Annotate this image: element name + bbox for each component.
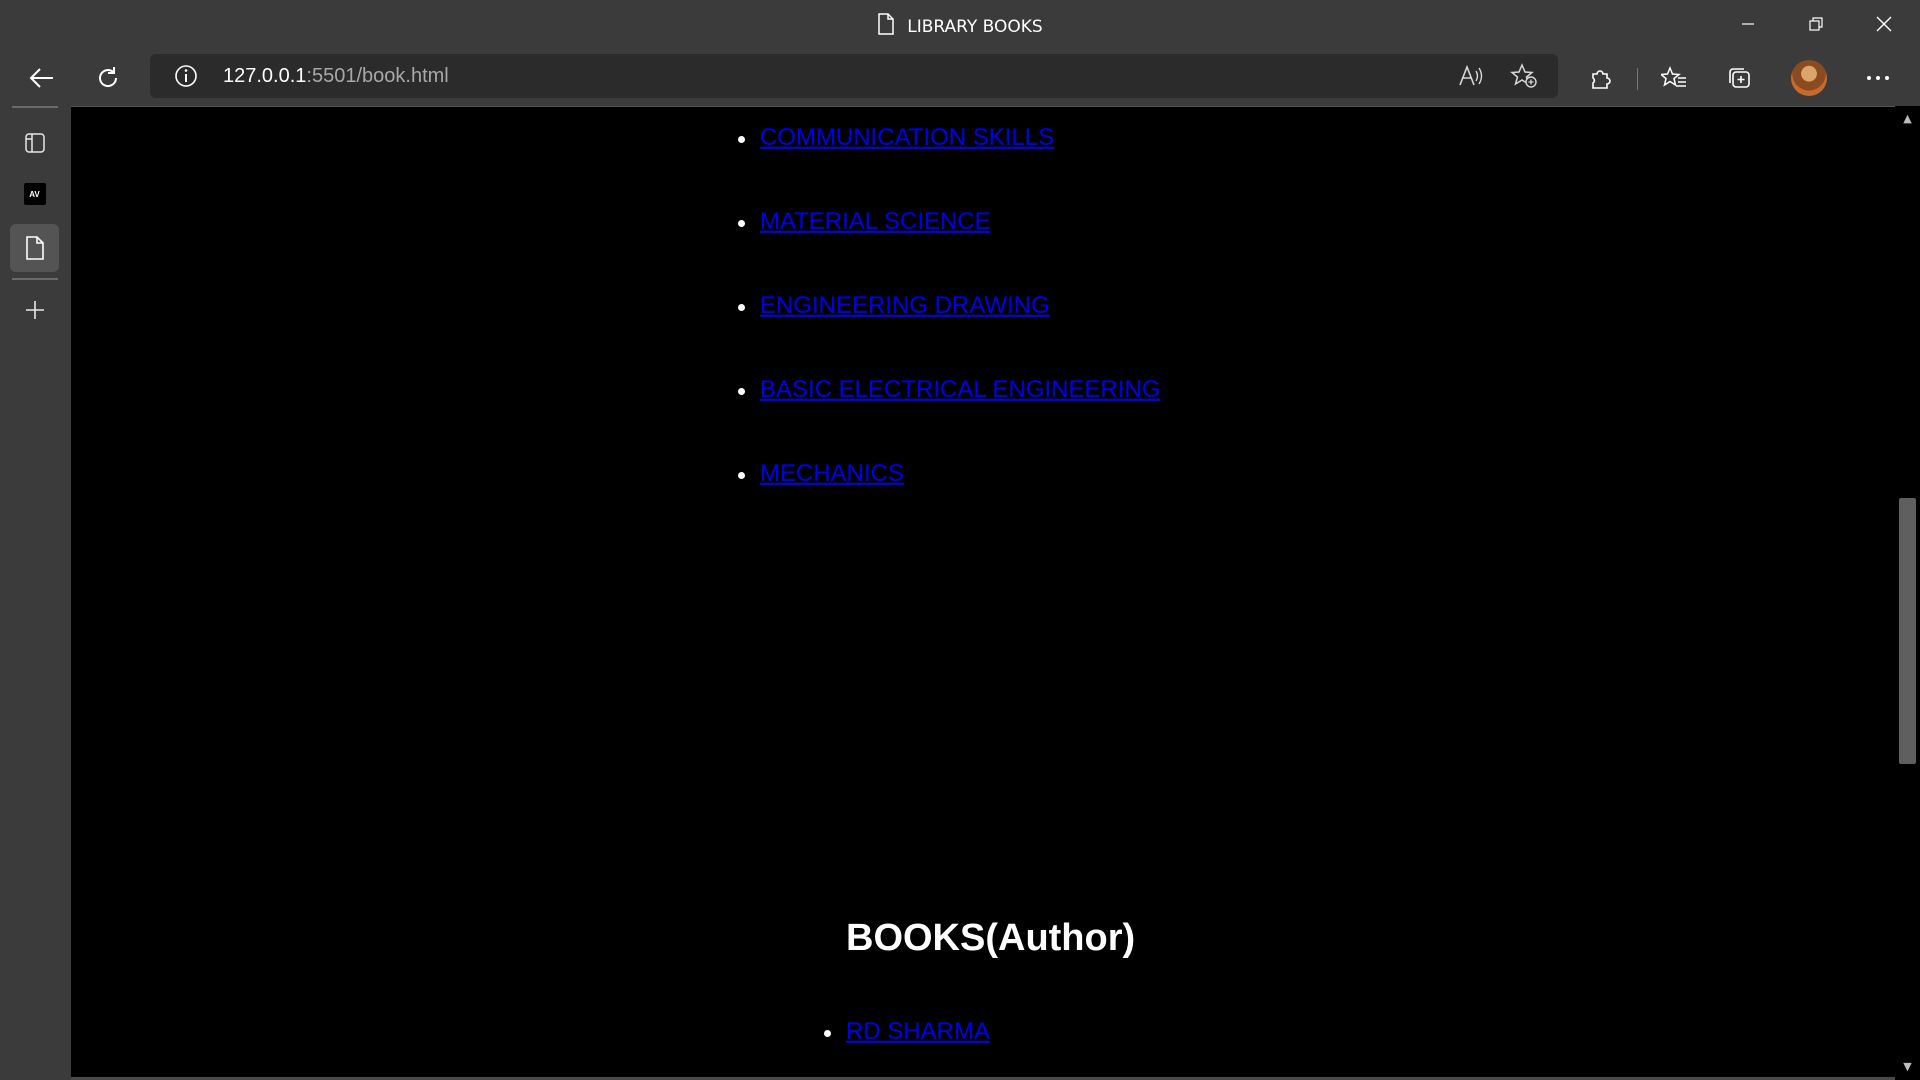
extensions-icon — [1592, 70, 1611, 89]
tab-actions-icon — [24, 133, 45, 153]
add-favorite-icon — [1510, 63, 1537, 88]
author-list: RD SHARMA — [823, 1018, 990, 1046]
authors-heading: BOOKS(Author) — [846, 917, 1136, 959]
favorites-button[interactable] — [1654, 58, 1694, 98]
close-button[interactable] — [1849, 0, 1919, 48]
collections-icon — [1729, 68, 1750, 88]
back-button[interactable] — [22, 58, 62, 98]
subject-link[interactable]: MECHANICS — [760, 460, 904, 487]
address-bar[interactable]: 127.0.0.1:5501/book.html — [150, 54, 1558, 98]
sidebar-divider — [12, 278, 58, 280]
page-viewport: COMMUNICATION SKILLS MATERIAL SCIENCE EN… — [71, 106, 1895, 1080]
tab-actions-button[interactable] — [10, 119, 59, 167]
list-item: BASIC ELECTRICAL ENGINEERING — [738, 376, 1161, 460]
add-favorite-button[interactable] — [1508, 62, 1540, 90]
list-item: ENGINEERING DRAWING — [738, 292, 1161, 376]
back-icon — [29, 68, 53, 88]
subject-list: COMMUNICATION SKILLS MATERIAL SCIENCE EN… — [738, 124, 1161, 544]
sidebar-divider-top — [12, 106, 58, 108]
new-tab-button[interactable] — [10, 286, 59, 334]
list-item: MECHANICS — [738, 460, 1161, 544]
restore-icon — [1809, 17, 1823, 31]
more-button[interactable] — [1858, 58, 1898, 98]
restore-button[interactable] — [1781, 0, 1851, 48]
list-item: MATERIAL SCIENCE — [738, 208, 1161, 292]
url-host: 127.0.0.1 — [223, 65, 307, 87]
scrollbar-thumb[interactable] — [1899, 498, 1916, 764]
info-icon — [175, 65, 197, 87]
av-favicon: AV — [23, 183, 46, 205]
window-title-text: LIBRARY BOOKS — [907, 17, 1043, 37]
favorites-icon — [1661, 66, 1686, 87]
subject-link[interactable]: ENGINEERING DRAWING — [760, 292, 1050, 319]
extensions-button[interactable] — [1581, 58, 1621, 98]
read-aloud-icon — [1459, 65, 1483, 86]
author-link[interactable]: RD SHARMA — [846, 1018, 990, 1045]
title-bar: LIBRARY BOOKS — [0, 0, 1920, 50]
site-info-button[interactable] — [174, 64, 198, 92]
minimize-button[interactable] — [1713, 0, 1783, 48]
browser-toolbar: 127.0.0.1:5501/book.html — [0, 50, 1920, 106]
profile-avatar[interactable] — [1791, 60, 1827, 96]
collections-button[interactable] — [1719, 58, 1759, 98]
scroll-up-icon[interactable]: ▲ — [1895, 108, 1920, 128]
url-path: :5501/book.html — [306, 65, 449, 87]
url-text[interactable]: 127.0.0.1:5501/book.html — [223, 65, 449, 88]
subject-link[interactable]: BASIC ELECTRICAL ENGINEERING — [760, 376, 1161, 403]
minimize-icon — [1742, 23, 1754, 25]
browser-window: LIBRARY BOOKS 127.0.0.1:5501/book.html A… — [0, 0, 1920, 1080]
document-icon — [877, 13, 895, 40]
page-tab[interactable] — [10, 224, 59, 272]
refresh-icon — [99, 67, 118, 87]
subject-link[interactable]: MATERIAL SCIENCE — [760, 208, 991, 235]
toolbar-divider — [1637, 68, 1638, 90]
read-aloud-button[interactable] — [1455, 62, 1487, 90]
subject-link[interactable]: COMMUNICATION SKILLS — [760, 124, 1054, 151]
page-tab-icon — [25, 236, 44, 260]
new-tab-icon — [25, 301, 44, 319]
window-title: LIBRARY BOOKS — [0, 13, 1920, 40]
close-icon — [1876, 16, 1892, 32]
list-item: RD SHARMA — [823, 1018, 990, 1046]
more-icon — [1867, 76, 1889, 80]
av-tab[interactable]: AV — [10, 170, 59, 218]
vertical-scrollbar[interactable]: ▲ ▼ — [1895, 106, 1920, 1080]
scroll-down-icon[interactable]: ▼ — [1895, 1056, 1920, 1076]
refresh-button[interactable] — [88, 58, 128, 98]
vertical-tab-sidebar: AV — [0, 106, 70, 1080]
library-books-page: COMMUNICATION SKILLS MATERIAL SCIENCE EN… — [71, 107, 1895, 1080]
list-item: COMMUNICATION SKILLS — [738, 124, 1161, 208]
